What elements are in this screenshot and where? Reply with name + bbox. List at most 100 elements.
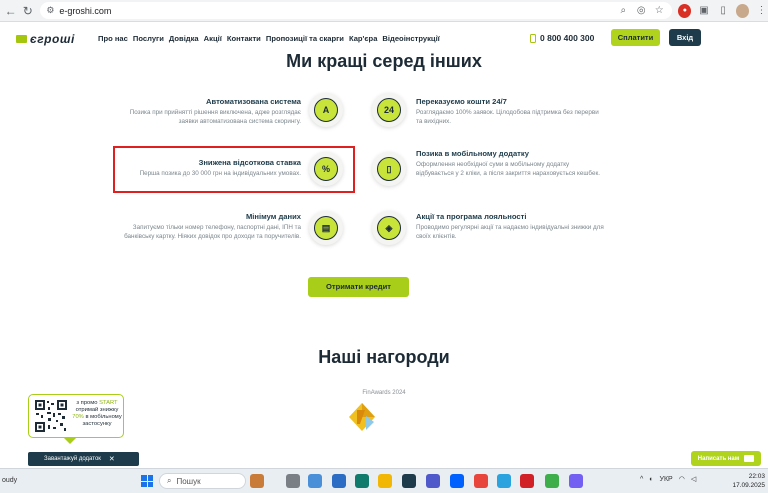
a-letter-icon: A [309, 93, 343, 127]
phone-number[interactable]: 0 800 400 300 [540, 33, 594, 43]
telegram-icon[interactable] [497, 474, 511, 488]
taskbar-app-icon[interactable] [402, 474, 416, 488]
wifi-icon[interactable]: ◠ [679, 475, 685, 483]
language-indicator[interactable]: УКР [660, 476, 673, 483]
highlight-box [113, 146, 355, 193]
close-icon[interactable]: ✕ [109, 455, 115, 463]
taskbar-search-label[interactable]: Пошук [176, 477, 200, 486]
award-logo-icon [349, 403, 375, 431]
clock-24-icon: 24 [372, 93, 406, 127]
search-icon: ⌕ [167, 476, 172, 485]
benefit-item-automated: Автоматизована система Позика при прийня… [112, 97, 301, 126]
nav-item-help[interactable]: Довідка [169, 34, 199, 43]
puzzle-icon[interactable]: ▣ [697, 4, 710, 18]
taskbar-weather[interactable]: oudy [2, 477, 17, 484]
edge-icon[interactable] [355, 474, 369, 488]
taskbar-app-icon[interactable] [308, 474, 322, 488]
passport-icon: ▤ [309, 211, 343, 245]
sidebar-icon[interactable]: ▯ [717, 4, 730, 18]
nav-item-promotions[interactable]: Акції [204, 34, 222, 43]
folder-icon[interactable] [378, 474, 392, 488]
tray-chevron-icon[interactable]: ^ [640, 476, 643, 483]
url-text[interactable]: e-groshi.com [59, 6, 612, 16]
tag-icon: ◈ [372, 211, 406, 245]
main-nav: Про нас Послуги Довідка Акції Контакти П… [98, 34, 445, 43]
benefit-desc: Проводимо регулярні акції та надаємо інд… [416, 224, 604, 240]
taskbar-search[interactable]: ⌕ Пошук [159, 473, 246, 489]
reload-icon[interactable]: ↻ [21, 4, 34, 18]
benefit-title: Автоматизована система [206, 97, 301, 106]
back-icon[interactable]: ← [4, 4, 17, 18]
windows-start-icon[interactable] [141, 475, 153, 487]
eye-off-icon[interactable]: ◎ [634, 5, 648, 16]
promo-code: START [99, 400, 118, 406]
chat-label[interactable]: Написать нам [698, 456, 739, 462]
system-tray: ^ ◐ УКР ◠ ◁ [640, 475, 702, 484]
login-button[interactable]: Вхід [669, 29, 701, 46]
benefit-item-24-7: Переказуємо кошти 24/7 Розглядаємо 100% … [416, 97, 606, 126]
chat-button[interactable]: Написать нам [691, 451, 761, 466]
extension-icon[interactable]: ● [678, 3, 692, 18]
pay-button[interactable]: Сплатити [611, 29, 660, 46]
nav-item-feedback[interactable]: Пропозиції та скарги [266, 34, 344, 43]
taskbar-app-icon[interactable] [545, 474, 559, 488]
mobile-app-icon: ▯ [372, 152, 406, 186]
taskbar-app-icon[interactable] [332, 474, 346, 488]
opera-icon[interactable] [520, 474, 534, 488]
clock-date: 17.09.2025 [732, 482, 765, 489]
chrome-icon[interactable] [474, 474, 488, 488]
tray-app-icon[interactable]: ◐ [649, 476, 653, 483]
promo-line3: в мобільному застосунку [82, 414, 122, 427]
benefit-title: Акції та програма лояльності [416, 212, 527, 221]
benefit-desc: Оформлення необхідної суми в мобільному … [416, 161, 600, 177]
address-bar[interactable]: ⚙ e-groshi.com ⌕ ◎ ☆ [40, 2, 673, 19]
benefit-item-loyalty: Акції та програма лояльності Проводимо р… [416, 212, 606, 241]
promo-line2: отримай знижку [75, 407, 119, 413]
taskbar-app-icon[interactable] [286, 474, 300, 488]
clock-24-text: 24 [377, 98, 401, 122]
benefit-title: Переказуємо кошти 24/7 [416, 97, 507, 106]
nav-item-career[interactable]: Кар'єра [349, 34, 377, 43]
benefit-item-minimum-data: Мінімум даних Запитуємо тільки номер тел… [112, 212, 301, 241]
qr-code-icon[interactable] [34, 399, 68, 433]
zoom-icon[interactable]: ⌕ [616, 5, 630, 16]
logo[interactable]: єгроші [16, 32, 75, 46]
profile-avatar[interactable] [735, 3, 749, 18]
phone-link[interactable]: 0 800 400 300 [530, 33, 594, 43]
nav-item-contacts[interactable]: Контакти [227, 34, 261, 43]
promo-line1: з промо [76, 400, 98, 406]
logo-mark-icon [16, 35, 27, 43]
download-label[interactable]: Завантажуй додаток [44, 456, 101, 462]
benefit-item-mobile-app: Позика в мобільному додатку Оформлення н… [416, 149, 606, 178]
promo-percent: 70% [72, 414, 84, 420]
benefit-desc: Запитуємо тільки номер телефону, паспорт… [124, 224, 301, 240]
viber-icon[interactable] [569, 474, 583, 488]
benefit-desc: Розглядаємо 100% заявок. Цілодобова підт… [416, 109, 599, 125]
phone-icon [530, 33, 536, 43]
windows-taskbar: oudy ⌕ Пошук ^ ◐ УКР ◠ ◁ 22:03 17.09.202… [0, 468, 768, 493]
star-icon[interactable]: ☆ [652, 5, 666, 16]
clock-time: 22:03 [748, 473, 765, 480]
chat-icon [744, 455, 755, 462]
clock[interactable]: 22:03 17.09.2025 [727, 472, 765, 490]
download-app-button[interactable]: Завантажуй додаток ✕ [28, 452, 139, 466]
promo-widget[interactable]: з промо START отримай знижку 70% в мобіл… [28, 394, 124, 438]
teams-icon[interactable] [426, 474, 440, 488]
nav-item-about[interactable]: Про нас [98, 34, 128, 43]
get-credit-button[interactable]: Отримати кредит [308, 277, 409, 297]
awards-title: Наші нагороди [318, 347, 450, 367]
menu-icon[interactable]: ⋮ [755, 4, 768, 18]
promo-tail [64, 438, 76, 444]
benefit-title: Мінімум даних [245, 212, 301, 221]
promo-text: з промо START отримай знижку 70% в мобіл… [71, 400, 123, 428]
browser-toolbar: ← ↻ ⚙ e-groshi.com ⌕ ◎ ☆ ● ▣ ▯ ⋮ [0, 0, 768, 22]
logo-text: єгроші [30, 32, 75, 46]
taskbar-app-icon[interactable] [250, 474, 264, 488]
volume-icon[interactable]: ◁ [691, 475, 696, 483]
nav-item-video[interactable]: Відеоінструкції [382, 34, 439, 43]
nav-item-services[interactable]: Послуги [133, 34, 164, 43]
site-info-icon[interactable]: ⚙ [46, 5, 54, 16]
benefits-title: Ми кращі серед інших [286, 51, 482, 71]
dropbox-icon[interactable] [450, 474, 464, 488]
benefit-desc: Позика при прийнятті рішення виключена, … [129, 109, 301, 125]
